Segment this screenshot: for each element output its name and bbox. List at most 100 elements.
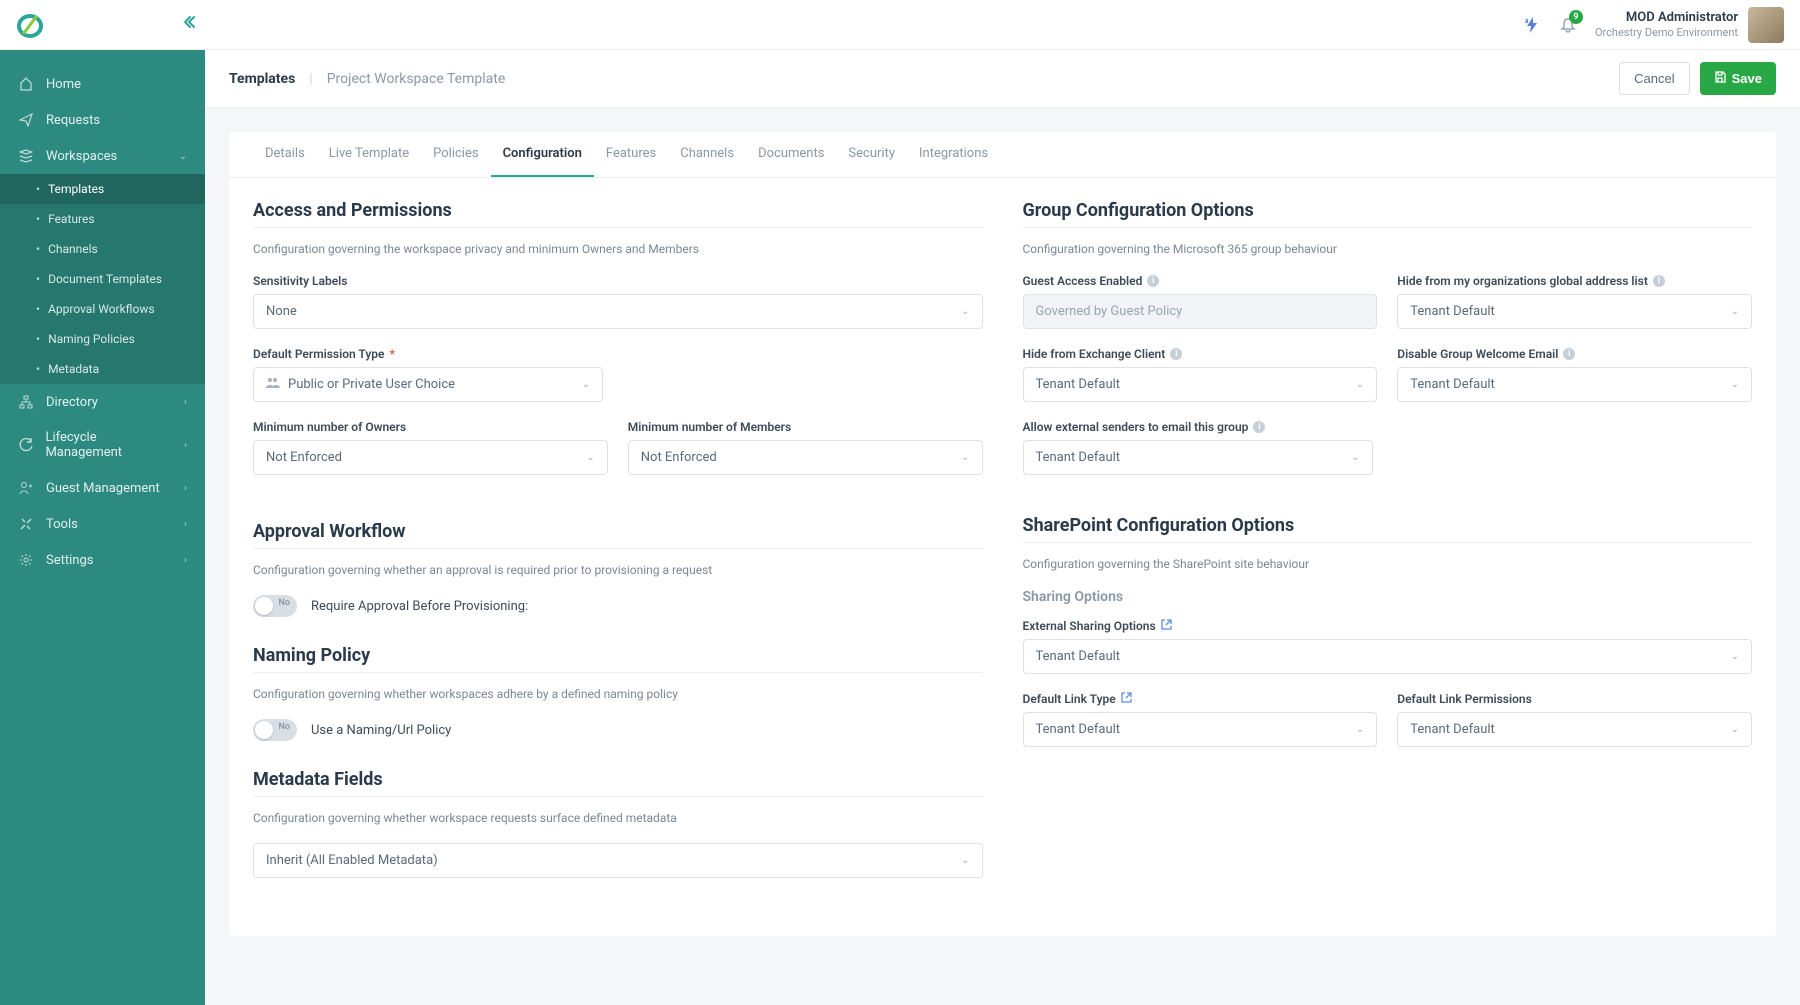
select-value: Tenant Default [1410,304,1495,319]
sidebar-collapse-icon[interactable] [184,14,200,35]
info-icon[interactable]: i [1653,275,1665,287]
user-menu[interactable]: MOD Administrator Orchestry Demo Environ… [1595,7,1784,43]
select-ext-senders[interactable]: Tenant Default ⌄ [1023,440,1373,475]
tab-channels[interactable]: Channels [668,132,746,177]
save-button[interactable]: Save [1700,62,1776,95]
sidebar-item-label: Requests [46,113,100,128]
label-ext-sharing: External Sharing Options [1023,619,1753,633]
tab-documents[interactable]: Documents [746,132,836,177]
sidebar-sub-naming-policies[interactable]: Naming Policies [0,324,205,354]
info-icon[interactable]: i [1170,348,1182,360]
tab-integrations[interactable]: Integrations [907,132,1000,177]
section-desc-approval: Configuration governing whether an appro… [253,563,983,577]
select-hide-gal[interactable]: Tenant Default ⌄ [1397,294,1752,329]
sidebar-sub-doc-templates[interactable]: Document Templates [0,264,205,294]
sidebar-item-label: Settings [46,553,93,568]
sidebar-sub-metadata[interactable]: Metadata [0,354,205,384]
sidebar-sub-approval-workflows[interactable]: Approval Workflows [0,294,205,324]
chevron-down-icon: ⌄ [1356,379,1364,390]
select-metadata[interactable]: Inherit (All Enabled Metadata) ⌄ [253,843,983,878]
tab-details[interactable]: Details [253,132,317,177]
toggle-require-approval[interactable]: No [253,595,297,617]
external-link-icon[interactable] [1121,692,1132,706]
cancel-button[interactable]: Cancel [1619,62,1689,95]
user-icon [18,480,34,496]
select-min-members[interactable]: Not Enforced ⌄ [628,440,983,475]
select-ext-sharing[interactable]: Tenant Default ⌄ [1023,639,1753,674]
tab-policies[interactable]: Policies [421,132,490,177]
chevron-down-icon: ⌄ [1356,724,1364,735]
label-ext-senders: Allow external senders to email this gro… [1023,420,1373,434]
section-desc-sharepoint: Configuration governing the SharePoint s… [1023,557,1753,571]
select-value: Tenant Default [1036,450,1121,465]
sidebar: Home Requests Workspaces ⌄ Templates Fea… [0,50,205,1005]
save-icon [1714,71,1726,86]
section-title-approval: Approval Workflow [253,521,983,542]
tab-live-template[interactable]: Live Template [317,132,421,177]
select-min-owners[interactable]: Not Enforced ⌄ [253,440,608,475]
section-title-naming: Naming Policy [253,645,983,666]
sidebar-item-directory[interactable]: Directory › [0,384,205,420]
info-icon[interactable]: i [1563,348,1575,360]
chevron-down-icon: ⌄ [1731,651,1739,662]
sidebar-item-label: Lifecycle Management [45,430,172,460]
select-link-perm[interactable]: Tenant Default ⌄ [1397,712,1752,747]
chevron-right-icon: › [184,483,187,494]
label-min-owners: Minimum number of Owners [253,420,608,434]
label-disable-welcome: Disable Group Welcome Email i [1397,347,1752,361]
breadcrumb-secondary: Project Workspace Template [327,71,506,87]
app-logo [16,11,44,39]
select-permission-type[interactable]: Public or Private User Choice ⌄ [253,367,603,402]
user-environment: Orchestry Demo Environment [1595,26,1738,39]
label-link-perm: Default Link Permissions [1397,692,1752,706]
info-icon[interactable]: i [1147,275,1159,287]
refresh-icon [18,437,33,453]
section-title-sharepoint: SharePoint Configuration Options [1023,515,1753,536]
sidebar-item-lifecycle[interactable]: Lifecycle Management › [0,420,205,470]
toggle-text-approval: Require Approval Before Provisioning: [311,599,528,614]
people-icon [266,377,280,392]
sidebar-item-label: Home [46,77,81,92]
section-title-access: Access and Permissions [253,200,983,221]
tab-features[interactable]: Features [594,132,668,177]
sidebar-item-settings[interactable]: Settings › [0,542,205,578]
tabs: Details Live Template Policies Configura… [229,132,1776,178]
chevron-down-icon: ⌄ [961,452,969,463]
toggle-naming-policy[interactable]: No [253,719,297,741]
sidebar-item-home[interactable]: Home [0,66,205,102]
sidebar-item-guest[interactable]: Guest Management › [0,470,205,506]
select-link-type[interactable]: Tenant Default ⌄ [1023,712,1378,747]
layers-icon [18,148,34,164]
select-value: Tenant Default [1036,649,1121,664]
tab-configuration[interactable]: Configuration [491,132,594,177]
sidebar-item-label: Workspaces [46,149,117,164]
bell-icon[interactable]: 9 [1559,16,1577,34]
avatar [1748,7,1784,43]
external-link-icon[interactable] [1161,619,1172,633]
sidebar-item-tools[interactable]: Tools › [0,506,205,542]
lightning-icon[interactable] [1523,16,1541,34]
sidebar-sub-features[interactable]: Features [0,204,205,234]
tab-security[interactable]: Security [836,132,907,177]
select-value: Tenant Default [1410,377,1495,392]
label-guest-access: Guest Access Enabled i [1023,274,1378,288]
gear-icon [18,552,34,568]
chevron-right-icon: › [184,397,187,408]
chevron-down-icon: ⌄ [586,452,594,463]
breadcrumb-primary: Templates [229,71,295,87]
sidebar-sub-templates[interactable]: Templates [0,174,205,204]
save-button-label: Save [1732,71,1762,86]
select-hide-exchange[interactable]: Tenant Default ⌄ [1023,367,1378,402]
label-hide-exchange: Hide from Exchange Client i [1023,347,1378,361]
chevron-right-icon: › [184,555,187,566]
sidebar-workspaces-sub: Templates Features Channels Document Tem… [0,174,205,384]
select-disable-welcome[interactable]: Tenant Default ⌄ [1397,367,1752,402]
info-icon[interactable]: i [1253,421,1265,433]
chevron-down-icon: ⌄ [179,151,187,162]
label-min-members: Minimum number of Members [628,420,983,434]
breadcrumb: Templates | Project Workspace Template [229,71,505,87]
sidebar-sub-channels[interactable]: Channels [0,234,205,264]
sidebar-item-workspaces[interactable]: Workspaces ⌄ [0,138,205,174]
sidebar-item-requests[interactable]: Requests [0,102,205,138]
select-sensitivity[interactable]: None ⌄ [253,294,983,329]
